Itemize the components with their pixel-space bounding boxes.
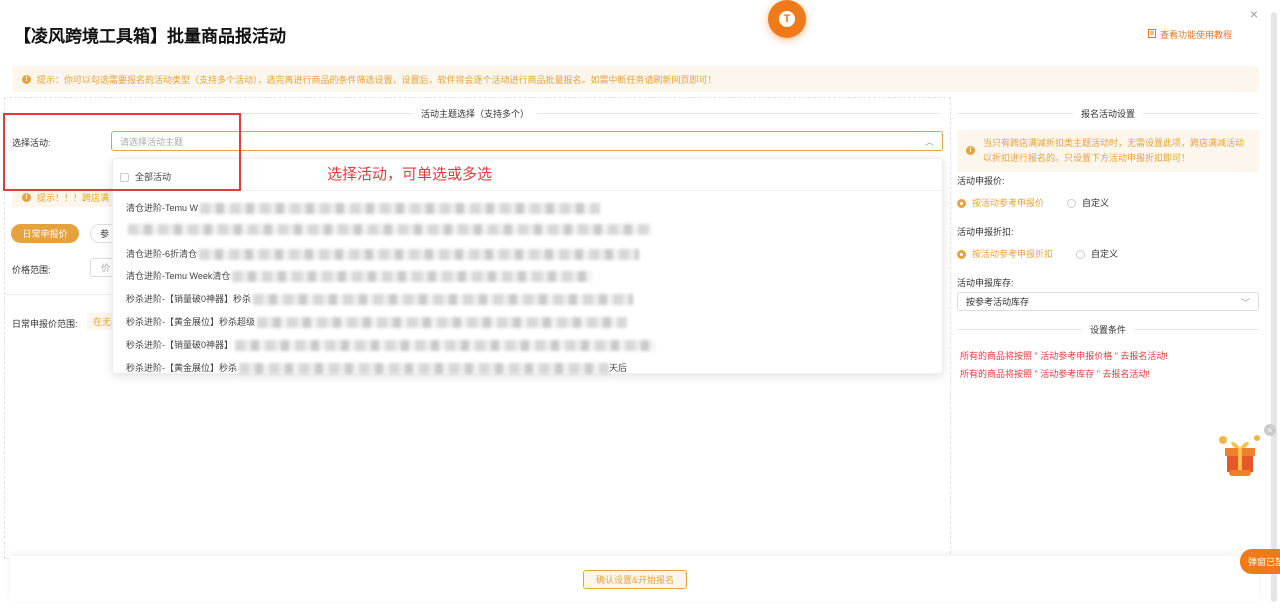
redacted-text [128, 224, 651, 236]
tutorial-link-label: 查看功能使用教程 [1159, 30, 1232, 40]
settings-tip-text: 当只有跨店满减折扣类主题活动时，无需设置此项，跨店满减活动以折扣进行报名的。只设… [983, 138, 1245, 163]
redacted-text [235, 340, 656, 352]
document-icon [1147, 29, 1156, 40]
list-item-label: 清仓进阶-Temu Week清仓 [126, 271, 231, 281]
list-item[interactable]: 清仓进阶-Temu W [126, 201, 601, 215]
close-icon[interactable]: × [1264, 424, 1276, 436]
tab-reference[interactable]: 参 [90, 224, 114, 243]
list-item[interactable]: 秒杀进阶-【销量破0神器】秒杀 [126, 292, 634, 306]
confirm-start-button[interactable]: 确认设置&开始报名 [583, 570, 687, 589]
radio-checked-icon [957, 250, 966, 260]
discount-option-custom[interactable]: 自定义 [1076, 247, 1118, 260]
chevron-up-icon: ︿ [924, 137, 934, 147]
price-range-label: 价格范围: [12, 265, 51, 275]
chevron-down-icon: ﹀ [1240, 298, 1250, 308]
tutorial-link[interactable]: 查看功能使用教程 [1147, 28, 1232, 41]
redacted-text [199, 249, 640, 261]
redacted-text [232, 271, 593, 283]
list-item-label: 秒杀进阶-【销量破0神器】 [126, 340, 234, 350]
theme-section-title: 活动主题选择（支持多个） [421, 109, 530, 119]
settings-section-title: 报名活动设置 [1081, 109, 1136, 119]
price-range-input[interactable]: 价 [90, 258, 112, 277]
gift-box-icon[interactable] [1213, 430, 1267, 478]
redacted-text [200, 203, 601, 215]
conditions-title: 设置条件 [1090, 325, 1127, 335]
popup-disabled-tab[interactable]: 弹窗已禁 [1240, 549, 1280, 574]
list-item[interactable]: 清仓进阶-Temu Week清仓 [126, 269, 593, 283]
tip-text: 提示：你可以勾选需要报名的活动类型（支持多个活动），选完再进行商品的条件筛选设置… [37, 74, 717, 85]
radio-checked-icon [957, 199, 966, 209]
price-label: 活动申报价: [957, 176, 1005, 186]
price-option-custom[interactable]: 自定义 [1067, 196, 1109, 209]
tip-banner: ! 提示：你可以勾选需要报名的活动类型（支持多个活动），选完再进行商品的条件筛选… [12, 66, 1259, 92]
condition-note-price: 所有的商品将按照 " 活动参考申报价格 " 去报名活动! [960, 351, 1168, 361]
discount-option-ref-label: 按活动参考申报折扣 [972, 249, 1054, 259]
warning-icon: ! [966, 146, 975, 155]
discount-label: 活动申报折扣: [957, 227, 1014, 237]
list-item[interactable]: 秒杀进阶-【销量破0神器】 [126, 338, 656, 352]
redacted-text [257, 317, 627, 329]
page-title: 【凌风跨境工具箱】批量商品报活动 [14, 27, 286, 46]
discount-option-custom-label: 自定义 [1091, 249, 1119, 259]
stock-select[interactable]: 按参考活动库存 ﹀ [957, 292, 1259, 311]
stock-select-value: 按参考活动库存 [966, 297, 1030, 307]
divider [4, 294, 112, 295]
list-item-suffix: 天后 [609, 363, 628, 373]
cross-store-tip-text: 提示！！！跨店满 [37, 193, 110, 203]
redacted-text [239, 363, 609, 375]
price-option-custom-label: 自定义 [1082, 198, 1110, 208]
annotation-text: 选择活动，可单选或多选 [327, 166, 493, 183]
daily-range-label: 日常申报价范围: [12, 319, 78, 329]
highlight-box [3, 113, 241, 191]
range-tag: 在无 [87, 313, 112, 330]
settings-tip: ! 当只有跨店满减折扣类主题活动时，无需设置此项，跨店满减活动以折扣进行报名的。… [957, 130, 1259, 172]
list-item-label: 秒杀进阶-【销量破0神器】秒杀 [126, 294, 252, 304]
condition-note-stock: 所有的商品将按照 " 活动参考库存 " 去报名活动! [960, 369, 1150, 379]
list-item-label: 秒杀进阶-【黄金展位】秒杀超级 [126, 317, 255, 327]
logo-icon: T [779, 11, 795, 27]
discount-option-ref[interactable]: 按活动参考申报折扣 [957, 247, 1053, 260]
list-item[interactable]: 秒杀进阶-【黄金展位】秒杀超级 [126, 315, 627, 329]
settings-section-header: 报名活动设置 [957, 107, 1260, 120]
close-icon[interactable]: × [1250, 6, 1258, 22]
stock-label: 活动申报库存: [957, 278, 1014, 288]
warning-icon: ! [22, 193, 31, 202]
redacted-text [253, 294, 634, 306]
list-item-label: 清仓进阶-Temu W [126, 203, 199, 213]
list-item[interactable]: 秒杀进阶-【黄金展位】秒杀 天后 [126, 361, 628, 375]
list-item-label: 秒杀进阶-【黄金展位】秒杀 [126, 363, 237, 373]
app-logo-button[interactable]: T [768, 0, 806, 38]
price-option-ref-label: 按活动参考申报价 [972, 198, 1045, 208]
radio-icon [1076, 250, 1085, 260]
warning-icon: ! [22, 74, 31, 84]
conditions-section-header: 设置条件 [957, 323, 1260, 336]
scrollbar[interactable] [1271, 12, 1277, 602]
list-item-label: 清仓进阶-6折清仓 [126, 249, 198, 259]
list-item[interactable]: 清仓进阶-6折清仓 [126, 247, 640, 261]
tab-daily-price[interactable]: 日常申报价 [11, 224, 79, 243]
list-item[interactable] [126, 224, 651, 236]
radio-icon [1067, 199, 1076, 209]
price-option-ref[interactable]: 按活动参考申报价 [957, 196, 1044, 209]
